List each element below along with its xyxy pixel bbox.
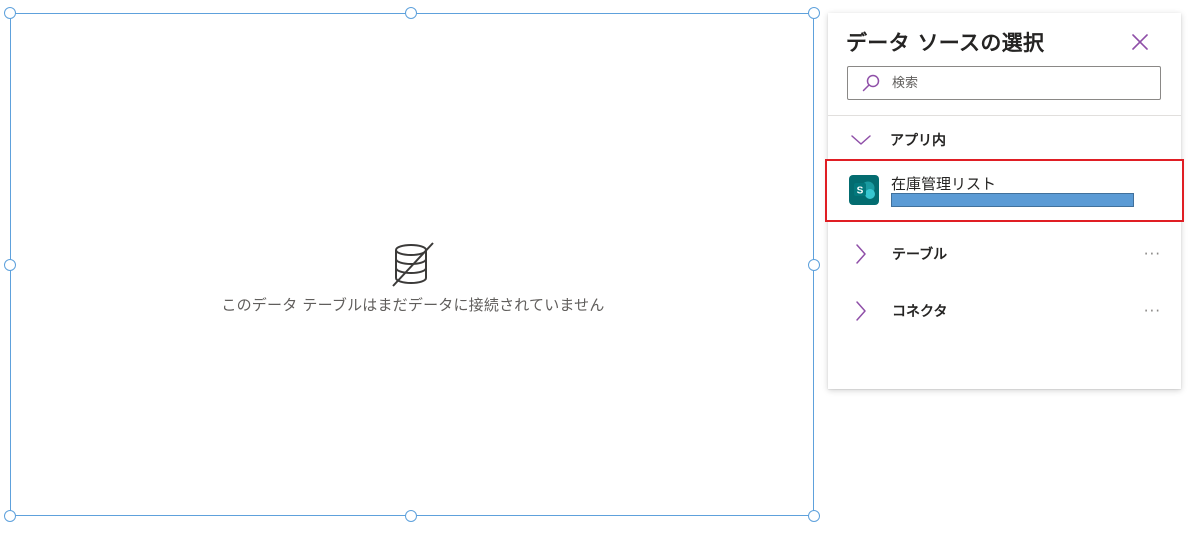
redacted-bar bbox=[891, 193, 1134, 207]
canvas: このデータ テーブルはまだデータに接続されていません データ ソースの選択 検索… bbox=[0, 0, 1200, 533]
section-connectors-label: コネクタ bbox=[892, 304, 948, 320]
data-source-item[interactable]: S 在庫管理リスト bbox=[825, 159, 1184, 222]
section-connectors[interactable]: コネクタ ··· bbox=[828, 293, 1181, 329]
data-source-panel: データ ソースの選択 アプリ内 bbox=[825, 13, 1184, 389]
resize-handle-bottom-right[interactable] bbox=[808, 510, 820, 522]
chevron-down-icon bbox=[851, 135, 871, 145]
svg-text:S: S bbox=[857, 186, 864, 197]
database-disconnected-icon bbox=[392, 242, 434, 287]
empty-state: このデータ テーブルはまだデータに接続されていません bbox=[11, 240, 815, 315]
section-tables[interactable]: テーブル ··· bbox=[828, 236, 1181, 272]
sharepoint-icon: S bbox=[849, 175, 879, 205]
close-button[interactable] bbox=[1128, 30, 1152, 54]
section-in-app-label: アプリ内 bbox=[890, 133, 946, 149]
more-options-icon[interactable]: ··· bbox=[1144, 302, 1161, 320]
chevron-right-icon bbox=[856, 301, 866, 321]
divider bbox=[828, 115, 1181, 116]
search-icon bbox=[862, 74, 880, 92]
data-table-control[interactable]: このデータ テーブルはまだデータに接続されていません bbox=[10, 13, 814, 516]
resize-handle-left[interactable] bbox=[4, 259, 16, 271]
data-source-name: 在庫管理リスト bbox=[891, 175, 997, 193]
close-icon bbox=[1132, 34, 1148, 50]
resize-handle-right[interactable] bbox=[808, 259, 820, 271]
section-in-app[interactable]: アプリ内 bbox=[828, 122, 1181, 158]
resize-handle-top-right[interactable] bbox=[808, 7, 820, 19]
resize-handle-top-left[interactable] bbox=[4, 7, 16, 19]
section-tables-label: テーブル bbox=[892, 247, 948, 263]
resize-handle-bottom[interactable] bbox=[405, 510, 417, 522]
resize-handle-top[interactable] bbox=[405, 7, 417, 19]
panel-title: データ ソースの選択 bbox=[846, 31, 1045, 55]
chevron-right-icon bbox=[856, 244, 866, 264]
empty-state-message: このデータ テーブルはまだデータに接続されていません bbox=[221, 296, 605, 314]
search-input[interactable] bbox=[890, 74, 1140, 92]
resize-handle-bottom-left[interactable] bbox=[4, 510, 16, 522]
search-box[interactable] bbox=[847, 66, 1161, 100]
more-options-icon[interactable]: ··· bbox=[1144, 245, 1161, 263]
